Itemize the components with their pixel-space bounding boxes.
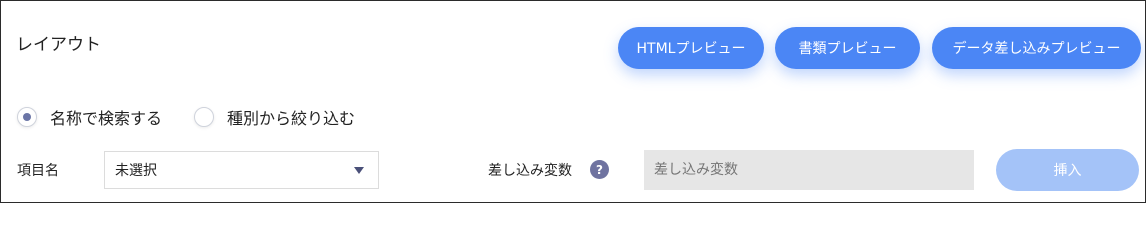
layout-panel: レイアウト HTMLプレビュー 書類プレビュー データ差し込みプレビュー 名称で…: [0, 0, 1146, 203]
item-name-label: 項目名: [17, 163, 59, 179]
merge-variable-input[interactable]: [644, 150, 974, 190]
merge-variable-label: 差し込み変数: [488, 163, 572, 179]
radio-filter-by-type[interactable]: 種別から絞り込む: [194, 105, 355, 129]
help-icon[interactable]: ?: [590, 160, 609, 179]
data-merge-preview-button[interactable]: データ差し込みプレビュー: [932, 27, 1141, 69]
insert-button[interactable]: 挿入: [996, 149, 1139, 191]
radio-unselected-icon[interactable]: [194, 107, 214, 127]
caret-down-icon: [354, 167, 364, 174]
radio-selected-icon[interactable]: [17, 107, 37, 127]
radio-search-by-name-label: 名称で検索する: [50, 109, 163, 128]
radio-search-by-name[interactable]: 名称で検索する: [17, 105, 162, 129]
document-preview-button[interactable]: 書類プレビュー: [775, 27, 920, 69]
radio-filter-by-type-label: 種別から絞り込む: [227, 109, 356, 128]
item-name-select-value: 未選択: [115, 163, 157, 179]
section-title: レイアウト: [16, 35, 101, 55]
item-name-select[interactable]: 未選択: [104, 151, 379, 189]
html-preview-button[interactable]: HTMLプレビュー: [618, 27, 764, 69]
radio-dot-icon: [23, 113, 31, 121]
